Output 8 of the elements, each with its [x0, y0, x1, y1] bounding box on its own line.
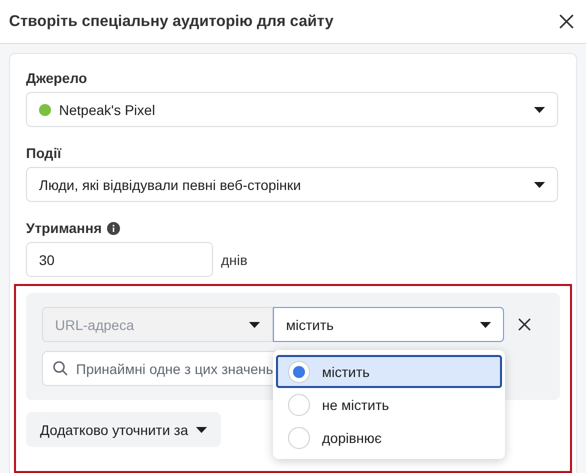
option-label: містить: [322, 364, 370, 380]
field-label: Події: [26, 145, 62, 161]
unit-label: днів: [221, 252, 248, 268]
field-label: Утримання: [26, 220, 102, 236]
dialog-title: Створіть спеціальну аудиторію для сайту: [9, 12, 334, 30]
option-label: не містить: [322, 396, 390, 412]
field-label: Джерело: [26, 70, 88, 86]
option-label: дорівнює: [322, 430, 382, 446]
